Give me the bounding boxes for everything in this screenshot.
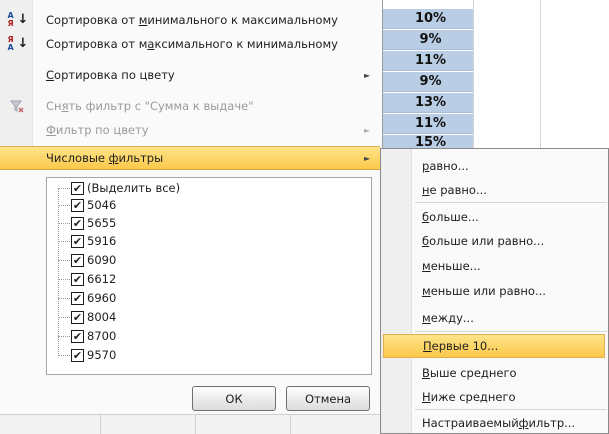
tree-line bbox=[58, 223, 70, 224]
menu-item-label: Числовые фильтры bbox=[46, 151, 164, 165]
sort-a-to-z-icon: A Я ↓ bbox=[7, 11, 29, 28]
filter-less-or-equal-item[interactable]: м еньше или равно... bbox=[383, 279, 605, 303]
menu-item-label: Сортировка от минимального к максимально… bbox=[46, 13, 338, 27]
checkbox-label: 5916 bbox=[87, 234, 117, 248]
cell[interactable]: 11% bbox=[380, 114, 473, 134]
checkbox-label: 5655 bbox=[87, 216, 117, 230]
checkbox-label: 9570 bbox=[87, 348, 117, 362]
checkbox-label: 8004 bbox=[87, 310, 117, 324]
tree-line bbox=[58, 241, 70, 242]
separator bbox=[415, 409, 607, 410]
value-checkbox[interactable]: ✔ 5046 bbox=[71, 197, 116, 213]
status-bar bbox=[0, 414, 380, 434]
clear-filter-icon bbox=[9, 100, 23, 113]
filter-greater-item[interactable]: б ольше... bbox=[383, 205, 605, 229]
sort-ascending-item[interactable]: A Я ↓ Сортировка от минимального к максима… bbox=[0, 8, 380, 32]
value-checkbox[interactable]: ✔ 6960 bbox=[71, 290, 116, 306]
custom-filter-item[interactable]: Настраиваемый ф ильтр... bbox=[383, 411, 605, 434]
menu-item-label: Снять фильтр с "Сумма к выдаче" bbox=[46, 99, 254, 113]
submenu-arrow-icon: ► bbox=[364, 125, 371, 135]
gridline bbox=[540, 0, 541, 150]
tree-line bbox=[58, 188, 59, 356]
checkbox[interactable]: ✔ bbox=[71, 310, 84, 324]
checkbox-label: 5046 bbox=[87, 198, 117, 212]
divider bbox=[100, 415, 101, 434]
filter-less-item[interactable]: м еньше... bbox=[383, 254, 605, 278]
sort-descending-item[interactable]: Я A ↓ Сортировка от максимального к минима… bbox=[0, 32, 380, 56]
tree-line bbox=[58, 260, 70, 261]
tree-line bbox=[58, 317, 70, 318]
checkbox[interactable]: ✔ bbox=[71, 291, 84, 305]
cell[interactable]: 9% bbox=[380, 30, 473, 50]
number-filters-item[interactable]: Числовые фильтры ► bbox=[0, 146, 380, 170]
separator bbox=[415, 202, 607, 203]
value-checkbox[interactable]: ✔ 6090 bbox=[71, 252, 116, 268]
value-checkbox[interactable]: ✔ 6612 bbox=[71, 271, 116, 287]
separator bbox=[415, 331, 607, 332]
checkbox[interactable]: ✔ bbox=[71, 181, 84, 195]
checkbox-label: 6612 bbox=[87, 272, 117, 286]
checkbox[interactable]: ✔ bbox=[71, 198, 84, 212]
filter-equals-item[interactable]: р авно... bbox=[383, 154, 605, 178]
checkbox-label: (Выделить все) bbox=[87, 181, 181, 195]
sort-z-to-a-icon: Я A ↓ bbox=[7, 35, 29, 52]
filter-below-average-item[interactable]: Ниже среднего bbox=[383, 385, 605, 409]
cancel-button[interactable]: Отмена bbox=[286, 386, 370, 411]
checkbox[interactable]: ✔ bbox=[71, 234, 84, 248]
checkbox[interactable]: ✔ bbox=[71, 329, 84, 343]
cell[interactable]: 15% bbox=[380, 135, 473, 149]
menu-item-label: Сортировка от максимального к минимально… bbox=[46, 37, 338, 51]
tree-line bbox=[58, 188, 70, 189]
value-checkbox[interactable]: ✔ 5916 bbox=[71, 233, 116, 249]
tree-line bbox=[58, 279, 70, 280]
gridline bbox=[473, 0, 474, 150]
checkbox[interactable]: ✔ bbox=[71, 272, 84, 286]
divider bbox=[290, 415, 291, 434]
values-checklist[interactable]: ✔ (Выделить все) ✔ 5046 ✔ 5655 ✔ 5916 ✔ … bbox=[46, 177, 372, 375]
value-checkbox[interactable]: ✔ 9570 bbox=[71, 347, 116, 363]
menu-item-label: Сортировка по цвету bbox=[46, 68, 175, 82]
filter-by-color-item[interactable]: Фильтр по цвету ► bbox=[0, 118, 380, 142]
filter-between-item[interactable]: м ежду... bbox=[383, 306, 605, 330]
cell[interactable]: 13% bbox=[380, 93, 473, 113]
ok-button[interactable]: ОК bbox=[192, 386, 276, 411]
checkbox[interactable]: ✔ bbox=[71, 253, 84, 267]
number-filters-submenu: р авно... не равно... б ольше... б ольше ил… bbox=[380, 148, 609, 434]
filter-top10-item[interactable]: Первые 10... bbox=[383, 334, 605, 358]
value-checkbox[interactable]: ✔ 8004 bbox=[71, 309, 116, 325]
menu-item-label: Фильтр по цвету bbox=[46, 123, 149, 137]
sort-by-color-item[interactable]: Сортировка по цвету ► bbox=[0, 63, 380, 87]
filter-above-average-item[interactable]: Выше среднего bbox=[383, 361, 605, 385]
filter-not-equals-item[interactable]: не равно... bbox=[383, 178, 605, 202]
checkbox-label: 6090 bbox=[87, 253, 117, 267]
cell[interactable]: 10% bbox=[380, 9, 473, 29]
spreadsheet-area: 10% 9% 11% 9% 13% 11% 15% bbox=[380, 0, 609, 150]
checkbox[interactable]: ✔ bbox=[71, 216, 84, 230]
autofilter-menu: A Я ↓ Сортировка от минимального к максима… bbox=[0, 0, 383, 434]
submenu-arrow-icon: ► bbox=[364, 153, 371, 163]
tree-line bbox=[58, 298, 70, 299]
tree-line bbox=[58, 336, 70, 337]
tree-line bbox=[58, 355, 70, 356]
checkbox-label: 8700 bbox=[87, 329, 117, 343]
checkbox-label: 6960 bbox=[87, 291, 117, 305]
value-checkbox[interactable]: ✔ 5655 bbox=[71, 215, 116, 231]
value-checkbox[interactable]: ✔ 8700 bbox=[71, 328, 116, 344]
clear-filter-item[interactable]: Снять фильтр с "Сумма к выдаче" bbox=[0, 94, 380, 118]
cell[interactable]: 11% bbox=[380, 51, 473, 71]
select-all-checkbox[interactable]: ✔ (Выделить все) bbox=[71, 180, 180, 196]
submenu-arrow-icon: ► bbox=[364, 70, 371, 80]
checkbox[interactable]: ✔ bbox=[71, 348, 84, 362]
tree-line bbox=[58, 205, 70, 206]
filter-greater-or-equal-item[interactable]: б ольше или равно... bbox=[383, 229, 605, 253]
divider bbox=[195, 415, 196, 434]
cell[interactable]: 9% bbox=[380, 72, 473, 92]
